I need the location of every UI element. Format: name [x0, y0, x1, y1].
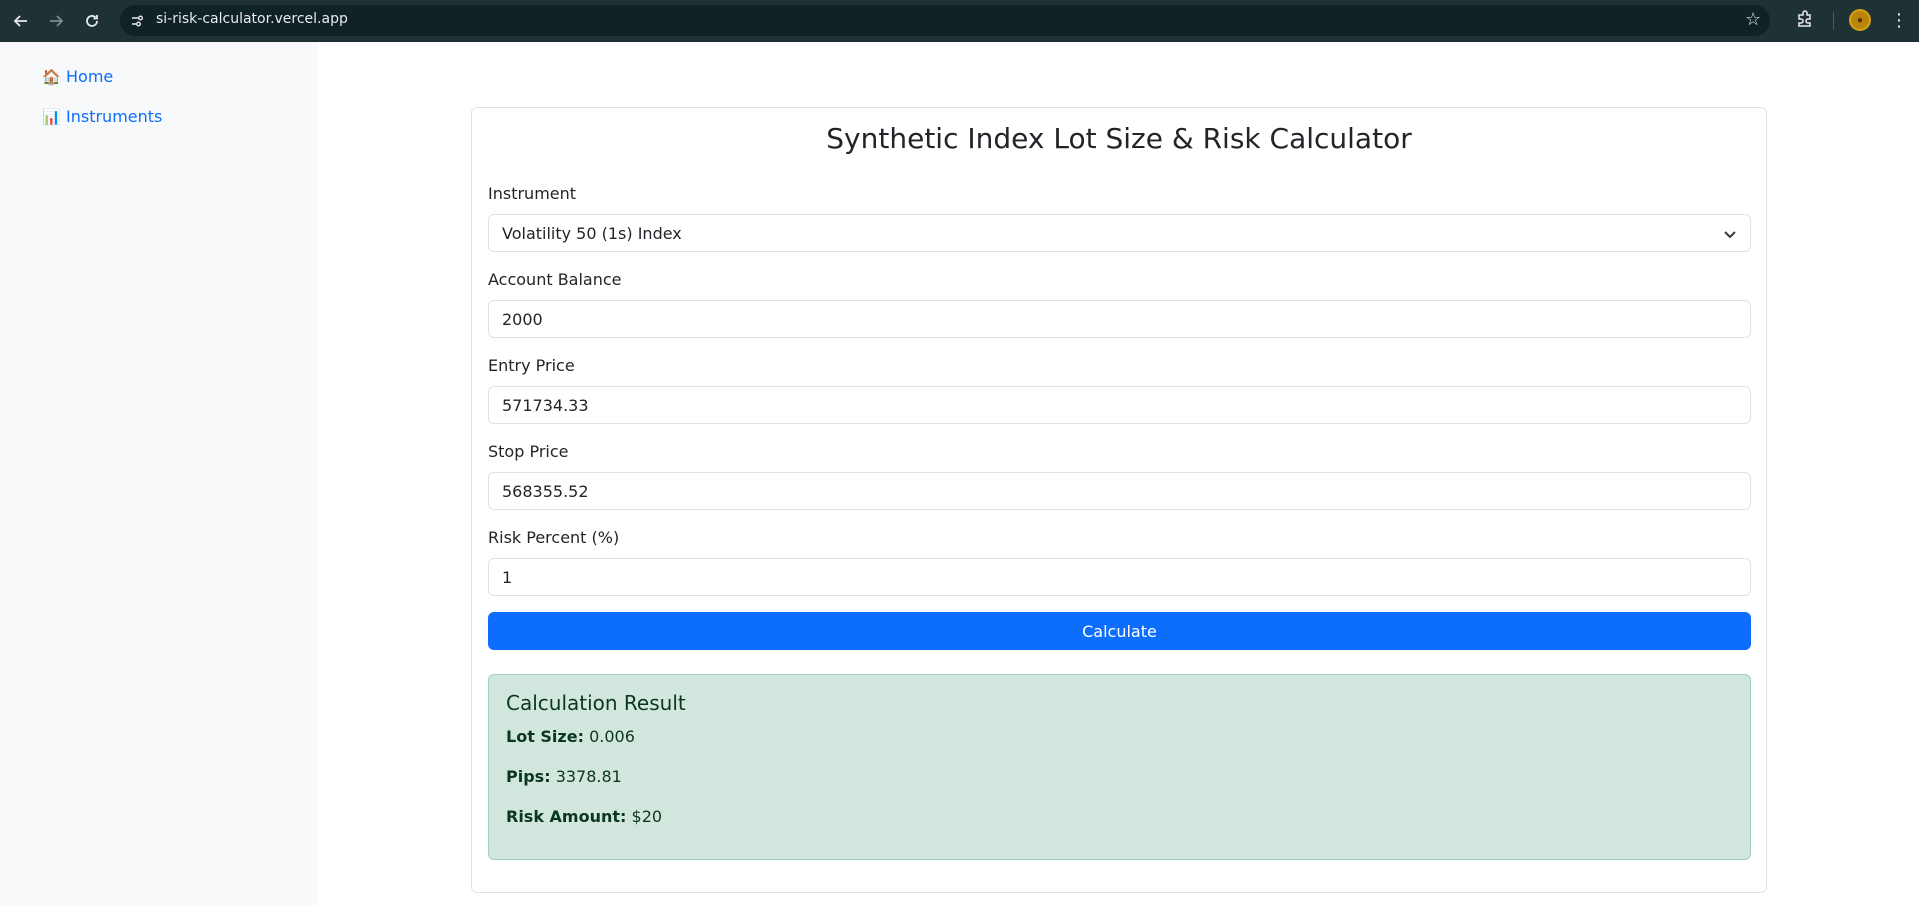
pips-label: Pips:: [506, 767, 551, 786]
lot-size-value: 0.006: [589, 727, 635, 746]
result-panel: Calculation Result Lot Size: 0.006 Pips:…: [488, 674, 1751, 860]
risk-amount-line: Risk Amount: $20: [506, 807, 662, 826]
bar-chart-icon: 📊: [42, 107, 61, 126]
account-balance-label: Account Balance: [488, 270, 622, 289]
chevron-down-icon: [1724, 231, 1736, 239]
address-bar[interactable]: [120, 5, 1770, 36]
instrument-value: Volatility 50 (1s) Index: [502, 223, 682, 243]
sidebar: 🏠 Home 📊 Instruments: [0, 42, 318, 905]
extensions-icon[interactable]: [1795, 9, 1817, 31]
pips-value: 3378.81: [555, 767, 622, 786]
back-icon[interactable]: [8, 8, 34, 34]
risk-amount-value: $20: [631, 807, 663, 826]
stop-price-input[interactable]: 568355.52: [488, 472, 1751, 510]
pips-line: Pips: 3378.81: [506, 767, 622, 786]
sidebar-item-label[interactable]: Home: [66, 67, 113, 86]
bookmark-star-icon[interactable]: ☆: [1745, 9, 1761, 30]
instrument-label: Instrument: [488, 184, 577, 203]
risk-amount-label: Risk Amount:: [506, 807, 627, 826]
entry-price-label: Entry Price: [488, 356, 575, 375]
more-menu-icon[interactable]: ⋮: [1890, 8, 1908, 32]
forward-icon[interactable]: [43, 8, 69, 34]
browser-toolbar: si-risk-calculator.vercel.app ☆ ● ⋮: [0, 0, 1919, 42]
instrument-select[interactable]: Volatility 50 (1s) Index: [488, 214, 1751, 252]
reload-icon[interactable]: [79, 8, 105, 34]
profile-avatar[interactable]: ●: [1849, 9, 1871, 31]
home-icon: 🏠: [42, 67, 61, 86]
result-title: Calculation Result: [506, 691, 686, 715]
risk-percent-label: Risk Percent (%): [488, 528, 620, 547]
sidebar-item-home[interactable]: 🏠 Home: [42, 67, 113, 86]
stop-price-label: Stop Price: [488, 442, 569, 461]
sidebar-item-instruments[interactable]: 📊 Instruments: [42, 107, 162, 126]
account-balance-input[interactable]: 2000: [488, 300, 1751, 338]
calculator-card: Synthetic Index Lot Size & Risk Calculat…: [471, 107, 1767, 893]
toolbar-separator: [1833, 12, 1834, 30]
site-info-icon[interactable]: [126, 10, 148, 32]
entry-price-input[interactable]: 571734.33: [488, 386, 1751, 424]
risk-percent-input[interactable]: 1: [488, 558, 1751, 596]
sidebar-item-label[interactable]: Instruments: [66, 107, 162, 126]
calculate-button[interactable]: Calculate: [488, 612, 1751, 650]
lot-size-label: Lot Size:: [506, 727, 584, 746]
url-text[interactable]: si-risk-calculator.vercel.app: [156, 11, 348, 27]
lot-size-line: Lot Size: 0.006: [506, 727, 635, 746]
page-title: Synthetic Index Lot Size & Risk Calculat…: [826, 122, 1412, 155]
